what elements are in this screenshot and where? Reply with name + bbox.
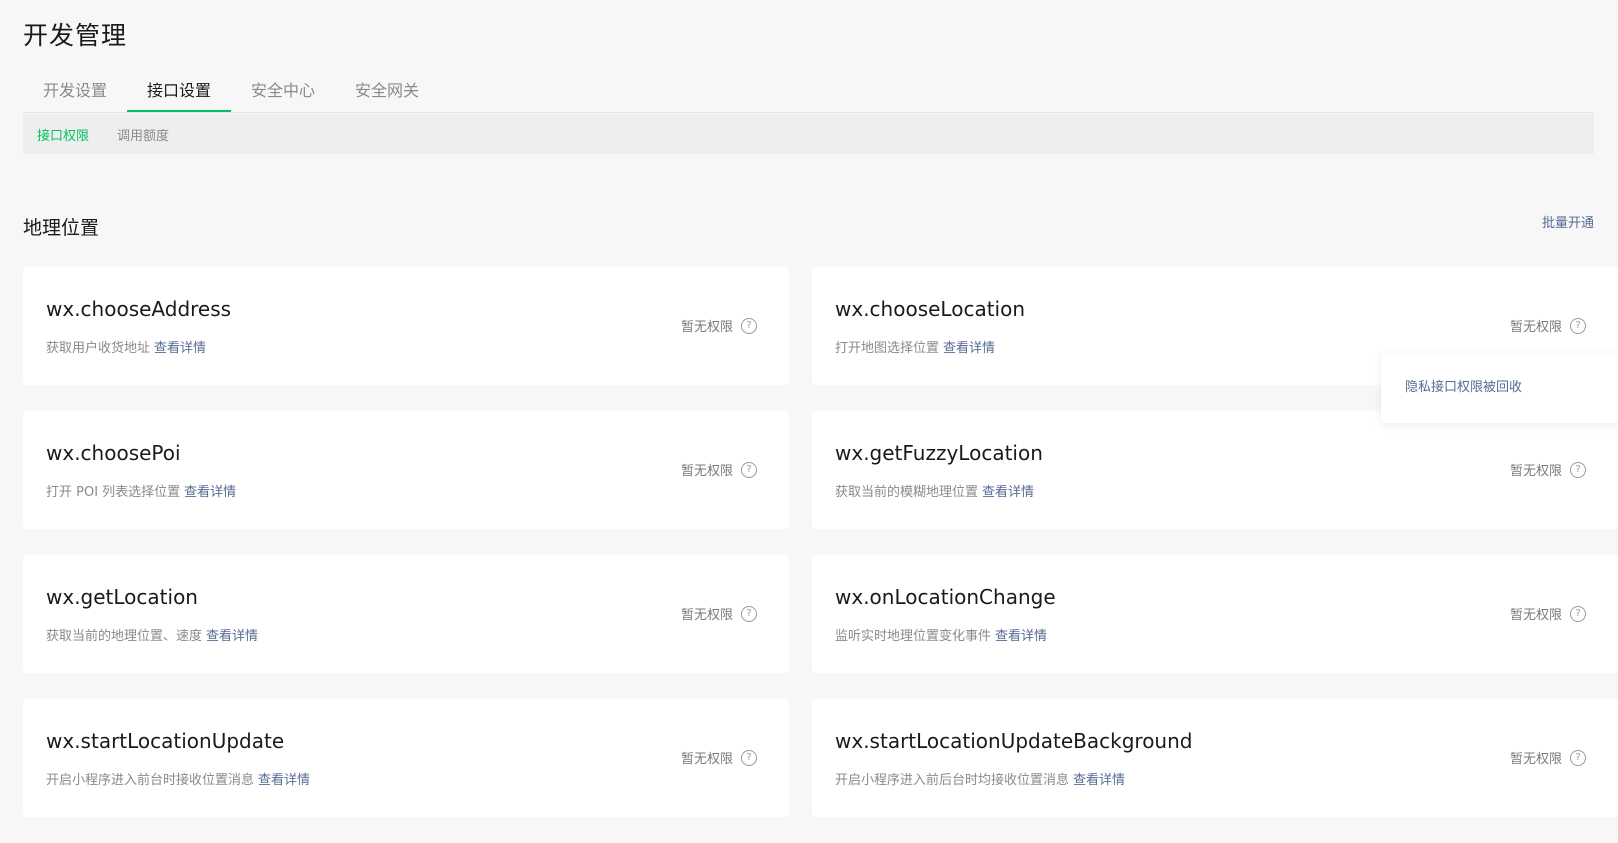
permission-status: 暂无权限? [681, 316, 757, 335]
question-circle-icon[interactable]: ? [1570, 317, 1586, 334]
api-name: wx.choosePoi [46, 441, 181, 465]
permission-tooltip: 隐私接口权限被回收 [1381, 353, 1618, 423]
view-details-link[interactable]: 查看详情 [206, 629, 258, 644]
batch-enable-link[interactable]: 批量开通 [1542, 212, 1594, 231]
api-description: 获取用户收货地址 查看详情 [46, 337, 206, 356]
status-text: 暂无权限 [680, 320, 733, 335]
api-name: wx.getFuzzyLocation [835, 441, 1043, 465]
section-title: 地理位置 [23, 217, 100, 239]
view-details-link[interactable]: 查看详情 [258, 773, 310, 788]
status-text: 暂无权限 [680, 464, 733, 479]
tab-api-settings[interactable]: 接口设置 [127, 76, 232, 112]
status-text: 暂无权限 [1509, 752, 1562, 767]
api-description: 打开 POI 列表选择位置 查看详情 [46, 481, 236, 500]
view-details-link[interactable]: 查看详情 [982, 485, 1034, 500]
api-description: 获取当前的模糊地理位置 查看详情 [835, 481, 1034, 500]
api-desc-text: 打开地图选择位置 [835, 341, 940, 356]
api-desc-text: 获取当前的模糊地理位置 [835, 485, 979, 500]
question-circle-icon[interactable]: ? [1570, 605, 1586, 622]
view-details-link[interactable]: 查看详情 [154, 341, 206, 356]
api-card: wx.getLocation 获取当前的地理位置、速度 查看详情 暂无权限? [23, 555, 789, 673]
api-card: wx.chooseAddress 获取用户收货地址 查看详情 暂无权限? [23, 267, 789, 385]
api-card: wx.onLocationChange 监听实时地理位置变化事件 查看详情 暂无权… [812, 555, 1618, 673]
permission-status: 暂无权限? [681, 748, 757, 767]
status-text: 暂无权限 [1509, 464, 1562, 479]
api-card: wx.startLocationUpdate 开启小程序进入前台时接收位置消息查… [23, 699, 789, 817]
status-text: 暂无权限 [1509, 320, 1562, 335]
api-card: wx.choosePoi 打开 POI 列表选择位置 查看详情 暂无权限? [23, 411, 789, 529]
api-card: wx.getFuzzyLocation 获取当前的模糊地理位置 查看详情 暂无权限… [812, 411, 1618, 529]
permission-status: 暂无权限? [1510, 316, 1586, 335]
permission-status: 暂无权限? [1510, 748, 1586, 767]
page-title: 开发管理 [23, 21, 128, 50]
subtab-api-permissions[interactable]: 接口权限 [37, 125, 89, 144]
api-name: wx.chooseLocation [835, 297, 1026, 321]
view-details-link[interactable]: 查看详情 [1073, 773, 1125, 788]
api-card: wx.startLocationUpdateBackground 开启小程序进入… [812, 699, 1618, 817]
api-name: wx.getLocation [46, 585, 198, 609]
view-details-link[interactable]: 查看详情 [184, 485, 236, 500]
tab-dev-settings[interactable]: 开发设置 [23, 76, 127, 112]
permission-status: 暂无权限? [1510, 460, 1586, 479]
api-desc-text: 开启小程序进入前后台时均接收位置消息 [835, 773, 1070, 788]
page: 开发管理 开发设置 接口设置 安全中心 安全网关 接口权限 调用额度 地理位置 … [0, 0, 1618, 843]
api-name: wx.startLocationUpdateBackground [835, 729, 1193, 753]
permission-status: 暂无权限? [1510, 604, 1586, 623]
tab-security-center[interactable]: 安全中心 [231, 76, 335, 112]
api-name: wx.startLocationUpdate [46, 729, 285, 753]
api-name: wx.onLocationChange [835, 585, 1056, 609]
permission-status: 暂无权限? [681, 604, 757, 623]
api-desc-text: 打开 POI 列表选择位置 [46, 485, 181, 500]
api-desc-text: 开启小程序进入前台时接收位置消息 [46, 773, 255, 788]
question-circle-icon[interactable]: ? [741, 317, 757, 334]
question-circle-icon[interactable]: ? [1570, 749, 1586, 766]
main-tabs: 开发设置 接口设置 安全中心 安全网关 [23, 76, 1594, 113]
api-description: 开启小程序进入前后台时均接收位置消息 查看详情 [835, 769, 1125, 788]
question-circle-icon[interactable]: ? [741, 605, 757, 622]
subtab-call-quota[interactable]: 调用额度 [117, 125, 169, 144]
permission-status: 暂无权限? [681, 460, 757, 479]
api-description: 开启小程序进入前台时接收位置消息 查看详情 [46, 769, 310, 788]
question-circle-icon[interactable]: ? [741, 461, 757, 478]
api-desc-text: 获取用户收货地址 [46, 341, 151, 356]
api-desc-text: 获取当前的地理位置、速度 [46, 629, 203, 644]
tab-security-gateway[interactable]: 安全网关 [335, 76, 439, 112]
status-text: 暂无权限 [1509, 608, 1562, 623]
view-details-link[interactable]: 查看详情 [995, 629, 1047, 644]
question-circle-icon[interactable]: ? [741, 749, 757, 766]
api-description: 监听实时地理位置变化事件 查看详情 [835, 625, 1047, 644]
status-text: 暂无权限 [680, 752, 733, 767]
api-desc-text: 监听实时地理位置变化事件 [835, 629, 992, 644]
sub-nav: 接口权限 调用额度 [23, 114, 1594, 154]
api-description: 打开地图选择位置 查看详情 [835, 337, 995, 356]
status-text: 暂无权限 [680, 608, 733, 623]
api-description: 获取当前的地理位置、速度 查看详情 [46, 625, 258, 644]
api-name: wx.chooseAddress [46, 297, 232, 321]
view-details-link[interactable]: 查看详情 [943, 341, 995, 356]
question-circle-icon[interactable]: ? [1570, 461, 1586, 478]
